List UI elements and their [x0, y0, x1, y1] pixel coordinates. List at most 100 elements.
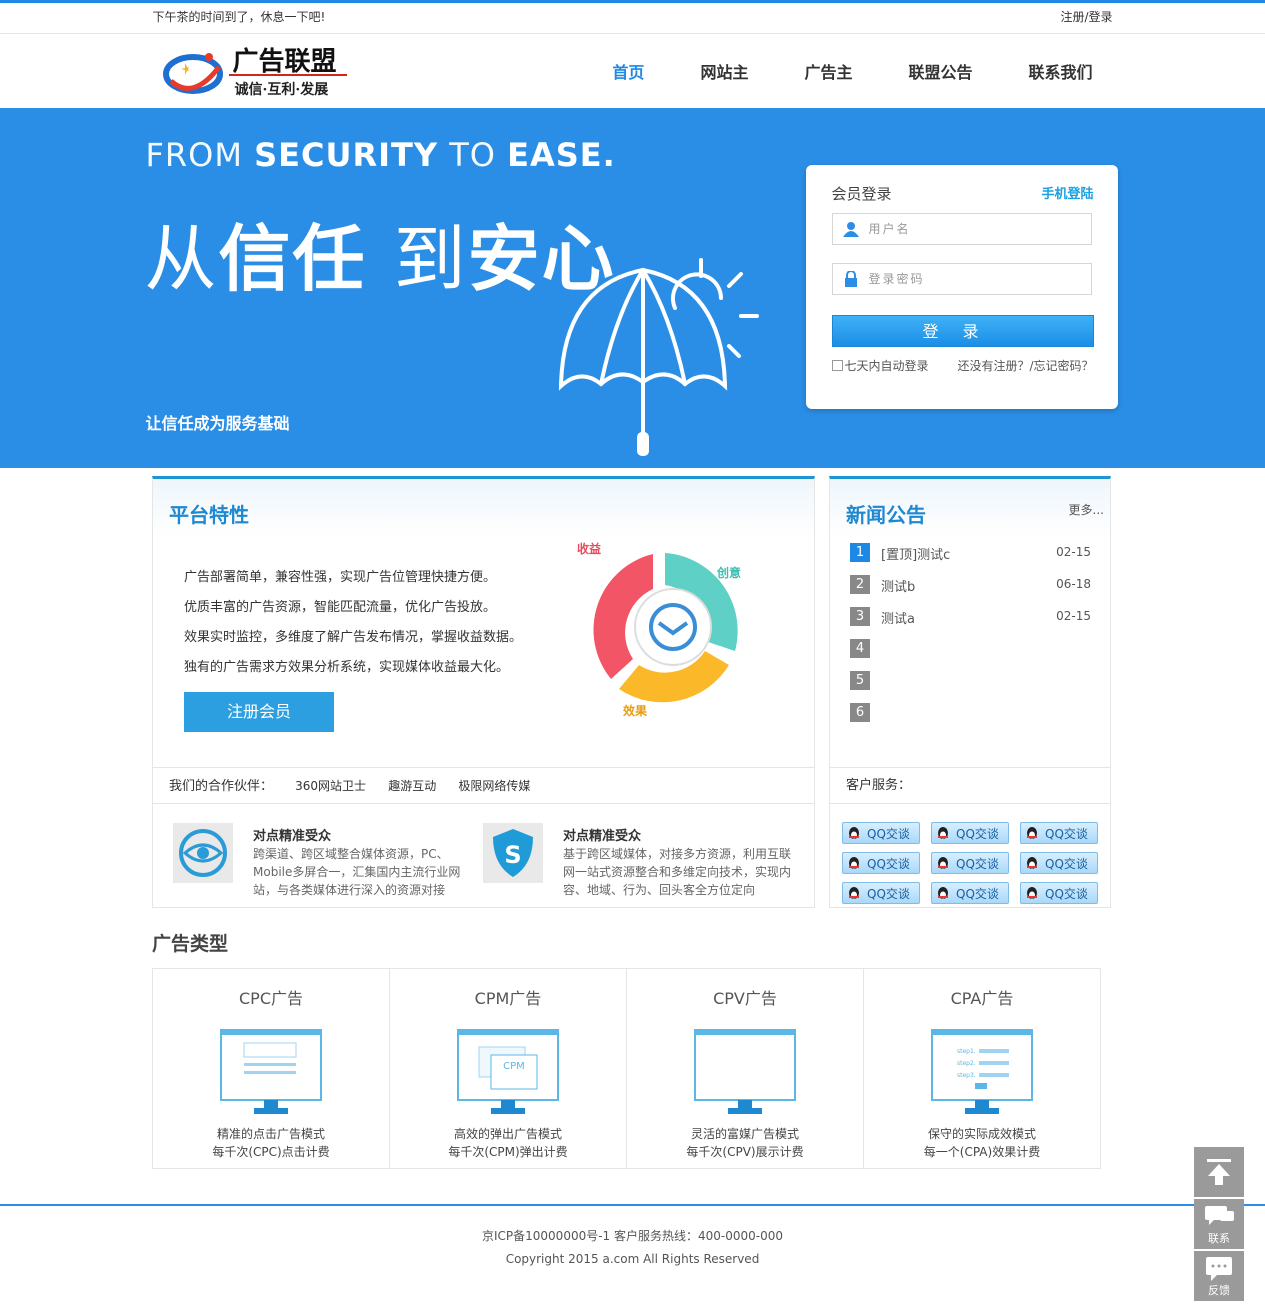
qq-penguin-icon	[938, 887, 948, 899]
main-content: 平台特性 广告部署简单，兼容性强，实现广告位管理快捷方便。 优质丰富的广告资源，…	[0, 468, 1265, 908]
ring-label-effect: 效果	[623, 703, 647, 718]
qq-chat-button[interactable]: QQ交谈	[931, 882, 1009, 904]
feature-item: 独有的广告需求方效果分析系统，实现媒体收益最大化。	[184, 660, 510, 675]
login-box: 会员登录 手机登陆 用户名 登录密码 登录 七天内自动登录 还没有注册？/忘记密…	[805, 165, 1118, 409]
contact-float-button[interactable]: 联系	[1194, 1199, 1244, 1249]
ad-type-name: CPM广告	[474, 989, 542, 1008]
qq-penguin-icon	[849, 827, 859, 839]
register-login-link[interactable]: 注册/登录	[1060, 3, 1112, 31]
qq-chat-button[interactable]: QQ交谈	[842, 882, 920, 904]
username-input[interactable]: 用户名	[831, 213, 1092, 245]
ad-type-cpm[interactable]: CPM广告 CPM 高效的弹出广告模式 每千次(CPM)弹出计费	[390, 969, 627, 1168]
ad-type-name: CPA广告	[950, 989, 1014, 1008]
news-more-link[interactable]: 更多...	[1069, 501, 1104, 518]
qq-penguin-icon	[938, 827, 948, 839]
news-item: 5	[850, 671, 1095, 703]
arrow-up-icon	[1207, 1159, 1231, 1185]
comment-icon	[1206, 1257, 1232, 1281]
username-placeholder: 用户名	[868, 222, 911, 236]
register-forgot-link[interactable]: 还没有注册？/忘记密码？	[957, 357, 1093, 374]
register-member-button[interactable]: 注册会员	[184, 692, 334, 732]
qq-chat-grid: QQ交谈 QQ交谈 QQ交谈 QQ交谈 QQ交谈 QQ交谈 QQ交谈 QQ交谈 …	[842, 822, 1098, 904]
main-nav: 首页 网站主 广告主 联盟公告 联系我们	[556, 34, 1092, 108]
news-item[interactable]: 2 测试b 06-18	[850, 575, 1095, 607]
eye-target-icon	[173, 823, 233, 883]
lock-icon	[844, 271, 857, 287]
partner-link[interactable]: 360网站卫士	[295, 779, 366, 793]
header: 广告联盟 诚信·互利·发展 首页 网站主 广告主 联盟公告 联系我们	[0, 34, 1265, 108]
qq-penguin-icon	[849, 887, 859, 899]
hero-banner: FROM SECURITY TO EASE. 从信任 到安心 让信任成为服务基础…	[0, 108, 1265, 468]
partner-link[interactable]: 极限网络传媒	[458, 779, 530, 793]
ad-type-desc: 灵活的富媒广告模式 每千次(CPV)展示计费	[686, 1127, 804, 1159]
footer-copyright: Copyright 2015 a.com All Rights Reserved	[505, 1252, 760, 1266]
news-item[interactable]: 3 测试a 02-15	[850, 607, 1095, 639]
monitor-icon: CPM	[457, 1029, 559, 1114]
banner-english-slogan: FROM SECURITY TO EASE.	[145, 136, 616, 174]
card-title: 对点精准受众	[253, 829, 332, 844]
qq-penguin-icon	[1027, 827, 1037, 839]
ad-type-desc: 保守的实际成效模式 每一个(CPA)效果计费	[923, 1127, 1041, 1159]
contact-label: 联系	[1208, 1232, 1230, 1245]
qq-chat-button[interactable]: QQ交谈	[1020, 882, 1098, 904]
card-description: 基于跨区域媒体，对接多方资源，利用互联网一站式资源整合和多维定向技术，实现内容、…	[563, 847, 792, 897]
features-title: 平台特性	[169, 503, 249, 527]
cpa-step: step3.	[957, 1072, 976, 1079]
nav-home[interactable]: 首页	[612, 34, 644, 108]
card-description: 跨渠道、跨区域整合媒体资源，PC、Mobile多屏合一，汇集国内主流行业网站，与…	[253, 847, 461, 897]
card-title: 对点精准受众	[563, 829, 642, 844]
ad-type-cpa[interactable]: CPA广告 step1. step2. step3. 保守的实际成效模式 每一个(…	[864, 969, 1100, 1168]
nav-announcement[interactable]: 联盟公告	[908, 34, 972, 108]
user-icon	[842, 222, 859, 237]
mobile-login-link[interactable]: 手机登陆	[1041, 183, 1093, 202]
qq-chat-button[interactable]: QQ交谈	[842, 852, 920, 874]
password-placeholder: 登录密码	[868, 272, 925, 286]
partners-label: 我们的合作伙伴：	[169, 779, 274, 794]
nav-contact[interactable]: 联系我们	[1028, 34, 1092, 108]
feature-card: S 对点精准受众 基于跨区域媒体，对接多方资源，利用互联网一站式资源整合和多维定…	[463, 823, 791, 897]
customer-service-label: 客户服务：	[830, 767, 1110, 804]
login-button[interactable]: 登录	[831, 315, 1094, 347]
ring-label-creative: 创意	[716, 565, 741, 580]
cpa-step: step1.	[957, 1048, 976, 1055]
back-to-top-button[interactable]	[1194, 1147, 1244, 1197]
news-item[interactable]: 1 [置顶]测试c 02-15	[850, 543, 1095, 575]
nav-publisher[interactable]: 网站主	[700, 34, 748, 108]
umbrella-sun-icon	[558, 258, 759, 456]
feedback-float-button[interactable]: 反馈	[1194, 1251, 1244, 1301]
ad-type-cpc[interactable]: CPC广告 精准的点击广告模式 每千次(CPC)点击计费	[153, 969, 390, 1168]
feature-item: 效果实时监控，多维度了解广告发布情况，掌握收益数据。	[184, 630, 523, 645]
qq-chat-button[interactable]: QQ交谈	[931, 822, 1009, 844]
remember-label: 七天内自动登录	[844, 359, 929, 373]
nav-advertiser[interactable]: 广告主	[804, 34, 852, 108]
greeting-text: 下午茶的时间到了，休息一下吧!	[152, 10, 326, 24]
shield-icon: S	[483, 823, 543, 883]
partners-bar: 我们的合作伙伴： 360网站卫士 趣游互动 极限网络传媒	[153, 767, 814, 804]
ad-type-cpv[interactable]: CPV广告 灵活的富媒广告模式 每千次(CPV)展示计费	[627, 969, 864, 1168]
qq-chat-button[interactable]: QQ交谈	[842, 822, 920, 844]
ad-types-title: 广告类型	[152, 933, 229, 955]
banner-subtitle: 让信任成为服务基础	[145, 414, 290, 433]
remember-login[interactable]: 七天内自动登录	[831, 357, 929, 374]
top-bar: 下午茶的时间到了，休息一下吧! 注册/登录	[0, 3, 1265, 34]
qq-penguin-icon	[849, 857, 859, 869]
feature-item: 优质丰富的广告资源，智能匹配流量，优化广告投放。	[184, 600, 497, 615]
login-title: 会员登录	[831, 185, 892, 203]
qq-chat-button[interactable]: QQ交谈	[931, 852, 1009, 874]
svg-text:S: S	[504, 841, 521, 869]
features-list: 广告部署简单，兼容性强，实现广告位管理快捷方便。 优质丰富的广告资源，智能匹配流…	[184, 563, 522, 683]
password-input[interactable]: 登录密码	[831, 263, 1092, 295]
footer: 京ICP备10000000号-1 客户服务热线：400-0000-000 Cop…	[0, 1204, 1265, 1306]
qq-chat-button[interactable]: QQ交谈	[1020, 852, 1098, 874]
feature-cycle-graphic: 收益 创意 效果	[577, 541, 741, 718]
partner-link[interactable]: 趣游互动	[388, 779, 436, 793]
remember-checkbox[interactable]	[831, 360, 843, 371]
chat-bubbles-icon	[1205, 1206, 1234, 1225]
qq-penguin-icon	[1027, 887, 1037, 899]
ad-type-name: CPV广告	[713, 989, 777, 1008]
site-logo[interactable]: 广告联盟 诚信·互利·发展	[162, 41, 353, 99]
news-item: 6	[850, 703, 1095, 735]
cpa-step: step2.	[957, 1060, 976, 1067]
qq-chat-button[interactable]: QQ交谈	[1020, 822, 1098, 844]
banner-chinese-slogan: 从信任 到安心	[144, 217, 616, 301]
